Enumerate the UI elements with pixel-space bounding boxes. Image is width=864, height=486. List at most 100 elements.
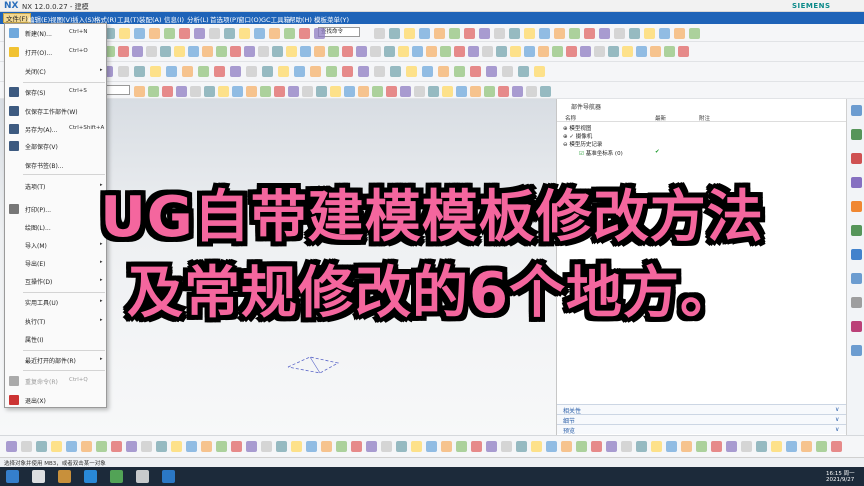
toolbar-tool-icon[interactable] <box>526 86 537 97</box>
file-menu-item[interactable]: 新建(N)... Ctrl+N <box>5 26 106 40</box>
toolbar-tool-icon[interactable] <box>6 441 17 452</box>
toolbar-tool-icon[interactable] <box>696 441 707 452</box>
clock-time[interactable]: 16:15 周一 <box>826 469 855 477</box>
toolbar-tool-icon[interactable] <box>434 28 445 39</box>
toolbar-tool-icon[interactable] <box>664 46 675 57</box>
toolbar-tool-icon[interactable] <box>188 46 199 57</box>
toolbar-tool-icon[interactable] <box>468 46 479 57</box>
toolbar-tool-icon[interactable] <box>771 441 782 452</box>
toolbar-tool-icon[interactable] <box>622 46 633 57</box>
toolbar-tool-icon[interactable] <box>390 66 401 77</box>
column-name[interactable]: 名称 <box>565 114 576 122</box>
toolbar-tool-icon[interactable] <box>216 46 227 57</box>
taskbar-app-icon[interactable] <box>84 470 97 483</box>
toolbar-tool-icon[interactable] <box>179 28 190 39</box>
toolbar-tool-icon[interactable] <box>608 46 619 57</box>
toolbar-tool-icon[interactable] <box>132 46 143 57</box>
toolbar-tool-icon[interactable] <box>496 46 507 57</box>
clock-date[interactable]: 2021/9/27 <box>826 477 854 483</box>
toolbar-tool-icon[interactable] <box>621 441 632 452</box>
toolbar-tool-icon[interactable] <box>96 441 107 452</box>
toolbar-tool-icon[interactable] <box>438 66 449 77</box>
toolbar-tool-icon[interactable] <box>442 86 453 97</box>
toolbar-tool-icon[interactable] <box>426 441 437 452</box>
toolbar-tool-icon[interactable] <box>741 441 752 452</box>
toolbar-tool-icon[interactable] <box>148 86 159 97</box>
column-latest[interactable]: 最新 <box>655 114 666 122</box>
toolbar-tool-icon[interactable] <box>356 46 367 57</box>
toolbar-tool-icon[interactable] <box>546 441 557 452</box>
toolbar-tool-icon[interactable] <box>176 86 187 97</box>
toolbar-tool-icon[interactable] <box>540 86 551 97</box>
toolbar-tool-icon[interactable] <box>591 441 602 452</box>
toolbar-tool-icon[interactable] <box>316 86 327 97</box>
toolbar-tool-icon[interactable] <box>146 46 157 57</box>
toolbar-tool-icon[interactable] <box>816 441 827 452</box>
toolbar-tool-icon[interactable] <box>678 46 689 57</box>
toolbar-tool-icon[interactable] <box>51 441 62 452</box>
toolbar-tool-icon[interactable] <box>358 86 369 97</box>
toolbar-tool-icon[interactable] <box>531 441 542 452</box>
toolbar-tool-icon[interactable] <box>370 46 381 57</box>
toolbar-tool-icon[interactable] <box>484 86 495 97</box>
tree-item-datum-csys[interactable]: ☑ 基准坐标系 (0) <box>579 149 623 157</box>
toolbar-tool-icon[interactable] <box>801 441 812 452</box>
toolbar-tool-icon[interactable] <box>134 28 145 39</box>
toolbar-tool-icon[interactable] <box>510 46 521 57</box>
tree-item-model-views[interactable]: ⊕ 模型视图 <box>563 124 591 132</box>
toolbar-tool-icon[interactable] <box>412 46 423 57</box>
toolbar-tool-icon[interactable] <box>552 46 563 57</box>
toolbar-tool-icon[interactable] <box>204 86 215 97</box>
toolbar-tool-icon[interactable] <box>194 28 205 39</box>
toolbar-tool-icon[interactable] <box>674 28 685 39</box>
toolbar-tool-icon[interactable] <box>239 28 250 39</box>
toolbar-tool-icon[interactable] <box>374 28 385 39</box>
toolbar-tool-icon[interactable] <box>606 441 617 452</box>
resource-bar-icon[interactable] <box>851 345 862 356</box>
toolbar-tool-icon[interactable] <box>426 46 437 57</box>
file-menu-item[interactable]: 仅保存工作部件(W) <box>5 104 106 118</box>
toolbar-tool-icon[interactable] <box>314 46 325 57</box>
toolbar-tool-icon[interactable] <box>486 441 497 452</box>
toolbar-tool-icon[interactable] <box>182 66 193 77</box>
toolbar-tool-icon[interactable] <box>650 46 661 57</box>
toolbar-tool-icon[interactable] <box>302 86 313 97</box>
toolbar-tool-icon[interactable] <box>246 66 257 77</box>
toolbar-tool-icon[interactable] <box>230 46 241 57</box>
toolbar-tool-icon[interactable] <box>726 441 737 452</box>
toolbar-tool-icon[interactable] <box>201 441 212 452</box>
toolbar-tool-icon[interactable] <box>518 66 529 77</box>
taskbar-app-icon[interactable] <box>136 470 149 483</box>
toolbar-tool-icon[interactable] <box>269 28 280 39</box>
toolbar-tool-icon[interactable] <box>198 66 209 77</box>
toolbar-tool-icon[interactable] <box>599 28 610 39</box>
toolbar-tool-icon[interactable] <box>374 66 385 77</box>
toolbar-tool-icon[interactable] <box>134 86 145 97</box>
menu-preferences[interactable]: 首选项(P) <box>210 14 239 24</box>
toolbar-tool-icon[interactable] <box>294 66 305 77</box>
toolbar-tool-icon[interactable] <box>288 86 299 97</box>
toolbar-tool-icon[interactable] <box>291 441 302 452</box>
toolbar-tool-icon[interactable] <box>160 46 171 57</box>
toolbar-tool-icon[interactable] <box>501 441 512 452</box>
toolbar-tool-icon[interactable] <box>561 441 572 452</box>
toolbar-tool-icon[interactable] <box>330 86 341 97</box>
toolbar-tool-icon[interactable] <box>156 441 167 452</box>
toolbar-tool-icon[interactable] <box>381 441 392 452</box>
file-menu-item[interactable]: 保存(S) Ctrl+S <box>5 85 106 99</box>
toolbar-tool-icon[interactable] <box>516 441 527 452</box>
toolbar-tool-icon[interactable] <box>328 46 339 57</box>
toolbar-tool-icon[interactable] <box>174 46 185 57</box>
toolbar-tool-icon[interactable] <box>342 66 353 77</box>
toolbar-tool-icon[interactable] <box>576 441 587 452</box>
checkbox-icon[interactable]: ☑ <box>579 151 584 157</box>
toolbar-tool-icon[interactable] <box>372 86 383 97</box>
file-menu-item[interactable]: 最近打开的部件(R) ▸ <box>5 353 106 367</box>
toolbar-tool-icon[interactable] <box>428 86 439 97</box>
toolbar-tool-icon[interactable] <box>246 441 257 452</box>
file-menu-item[interactable]: 全部保存(V) <box>5 139 106 153</box>
toolbar-tool-icon[interactable] <box>406 66 417 77</box>
toolbar-tool-icon[interactable] <box>342 46 353 57</box>
toolbar-tool-icon[interactable] <box>166 66 177 77</box>
menu-analysis[interactable]: 分析(L) <box>187 14 209 24</box>
